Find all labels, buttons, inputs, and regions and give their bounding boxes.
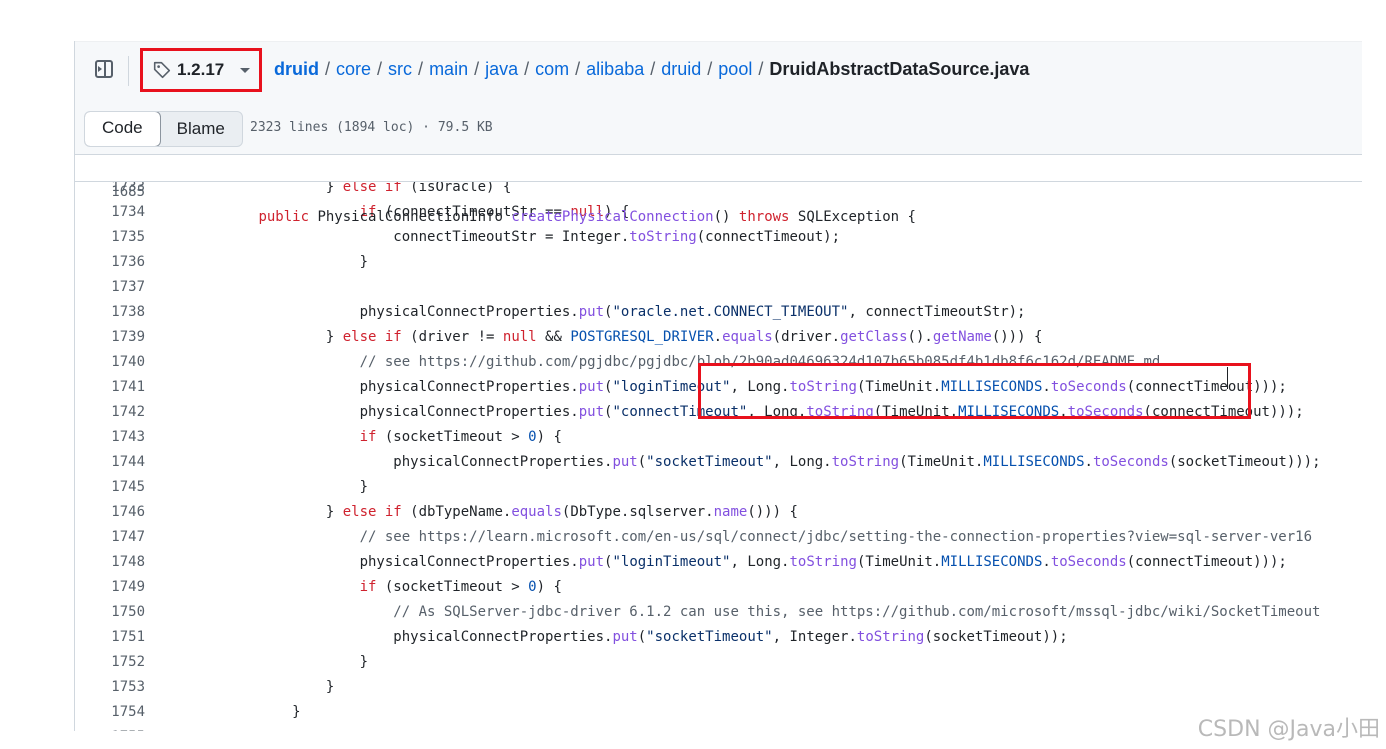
breadcrumb-link-main[interactable]: main [429,59,468,79]
line-number[interactable]: 1753 [75,675,145,700]
breadcrumb-link-core[interactable]: core [336,59,371,79]
breadcrumb-link-druid[interactable]: druid [274,59,319,79]
code-line: 1736 } [75,250,1362,275]
branch-label: 1.2.17 [177,60,225,79]
breadcrumb-link-src[interactable]: src [388,59,412,79]
line-number[interactable]: 1737 [75,275,145,300]
line-number[interactable]: 1749 [75,575,145,600]
code-line: 1749 if (socketTimeout > 0) { [75,575,1362,600]
blame-view-button[interactable]: Blame [160,112,242,146]
highlight-annotation-box [698,363,1251,419]
code-text: if (socketTimeout > 0) { [359,429,562,445]
breadcrumb-separator: / [418,59,424,79]
breadcrumb-separator: / [650,59,656,79]
code-text: } [191,654,369,670]
code-text: } [191,704,301,720]
breadcrumb-separator: / [325,59,331,79]
code-line: 1745 } [75,475,1362,500]
sticky-scope-header[interactable]: 1685 public PhysicalConnectionInfo creat… [75,155,1362,225]
breadcrumb-separator: / [707,59,713,79]
code-text: physicalConnectProperties.put("socketTim… [191,454,1321,470]
breadcrumb-link-pool[interactable]: pool [718,59,752,79]
line-number[interactable]: 1752 [75,650,145,675]
line-number[interactable]: 1750 [75,600,145,625]
view-mode-toggle: Code Blame [84,111,243,147]
breadcrumb-link-java[interactable]: java [485,59,518,79]
line-number[interactable]: 1746 [75,500,145,525]
code-line: 1738 physicalConnectProperties.put("orac… [75,300,1362,325]
line-number[interactable]: 1738 [75,300,145,325]
code-line: 1750 // As SQLServer-jdbc-driver 6.1.2 c… [75,600,1362,625]
code-line: 1753 } [75,675,1362,700]
code-line: 1748 physicalConnectProperties.put("logi… [75,550,1362,575]
file-stats: 2323 lines (1894 loc) · 79.5 KB [250,120,493,135]
code-line: 1743 if (socketTimeout > 0) { [75,425,1362,450]
code-line: 1739 } else if (driver != null && POSTGR… [75,325,1362,350]
line-number[interactable]: 1740 [75,350,145,375]
code-text: } [191,679,335,695]
code-text: } else if (dbTypeName.equals(DbType.sqls… [191,504,798,520]
code-area[interactable]: 1733 } else if (isOracle) {1734 if (conn… [75,175,1362,731]
line-number[interactable]: 1754 [75,700,145,725]
breadcrumb-separator: / [377,59,383,79]
code-text: public PhysicalConnectionInfo createPhys… [258,209,916,225]
code-line: 1754 } [75,700,1362,725]
code-line: 1751 physicalConnectProperties.put("sock… [75,625,1362,650]
file-name: DruidAbstractDataSource.java [769,59,1030,79]
tag-icon [153,61,171,79]
breadcrumb-separator: / [758,59,764,79]
line-number[interactable]: 1748 [75,550,145,575]
code-line: 1747 // see https://learn.microsoft.com/… [75,525,1362,550]
divider [128,56,129,86]
breadcrumb-link-alibaba[interactable]: alibaba [586,59,644,79]
chevron-down-icon [240,67,251,73]
text-cursor [1227,367,1228,389]
breadcrumb-separator: / [575,59,581,79]
sticky-line: 1685 public PhysicalConnectionInfo creat… [75,155,1362,225]
breadcrumb-separator: / [474,59,480,79]
line-number[interactable]: 1751 [75,625,145,650]
code-text: // As SQLServer-jdbc-driver 6.1.2 can us… [393,604,1321,620]
line-number[interactable]: 1742 [75,400,145,425]
code-text: physicalConnectProperties.put("oracle.ne… [191,304,1026,320]
line-number[interactable]: 1755 [75,725,145,731]
line-number[interactable]: 1744 [75,450,145,475]
code-line: 1752 } [75,650,1362,675]
code-view-button[interactable]: Code [84,112,161,146]
code-text: if (socketTimeout > 0) { [359,579,562,595]
line-number[interactable]: 1741 [75,375,145,400]
code-line: 1755 [75,725,1362,731]
code-line: 1746 } else if (dbTypeName.equals(DbType… [75,500,1362,525]
line-number[interactable]: 1743 [75,425,145,450]
code-text: } [191,254,369,270]
branch-selector-button[interactable]: 1.2.17 [140,48,262,92]
breadcrumb-link-com[interactable]: com [535,59,569,79]
file-toolbar: Code Blame 2323 lines (1894 loc) · 79.5 … [75,101,1362,155]
line-number: 1685 [111,184,145,200]
code-line: 1744 physicalConnectProperties.put("sock… [75,450,1362,475]
file-header: 1.2.17 druid / core / src / main / java / com / alib… [75,41,1362,102]
code-text: // see https://learn.microsoft.com/en-us… [359,529,1313,545]
line-number[interactable]: 1747 [75,525,145,550]
github-file-view: 1.2.17 druid / core / src / main / java / com / alib… [74,41,1362,731]
breadcrumb: druid / core / src / main / java / com / alibaba / dru… [274,59,1029,80]
code-text: physicalConnectProperties.put("socketTim… [191,629,1068,645]
line-number[interactable]: 1739 [75,325,145,350]
line-number[interactable]: 1745 [75,475,145,500]
code-text: } else if (driver != null && POSTGRESQL_… [191,329,1043,345]
code-line: 1737 [75,275,1362,300]
breadcrumb-link-druid[interactable]: druid [661,59,701,79]
code-text: physicalConnectProperties.put("loginTime… [191,554,1287,570]
code-text: } [191,479,369,495]
breadcrumb-separator: / [524,59,530,79]
sidebar-toggle-icon[interactable] [95,60,113,78]
